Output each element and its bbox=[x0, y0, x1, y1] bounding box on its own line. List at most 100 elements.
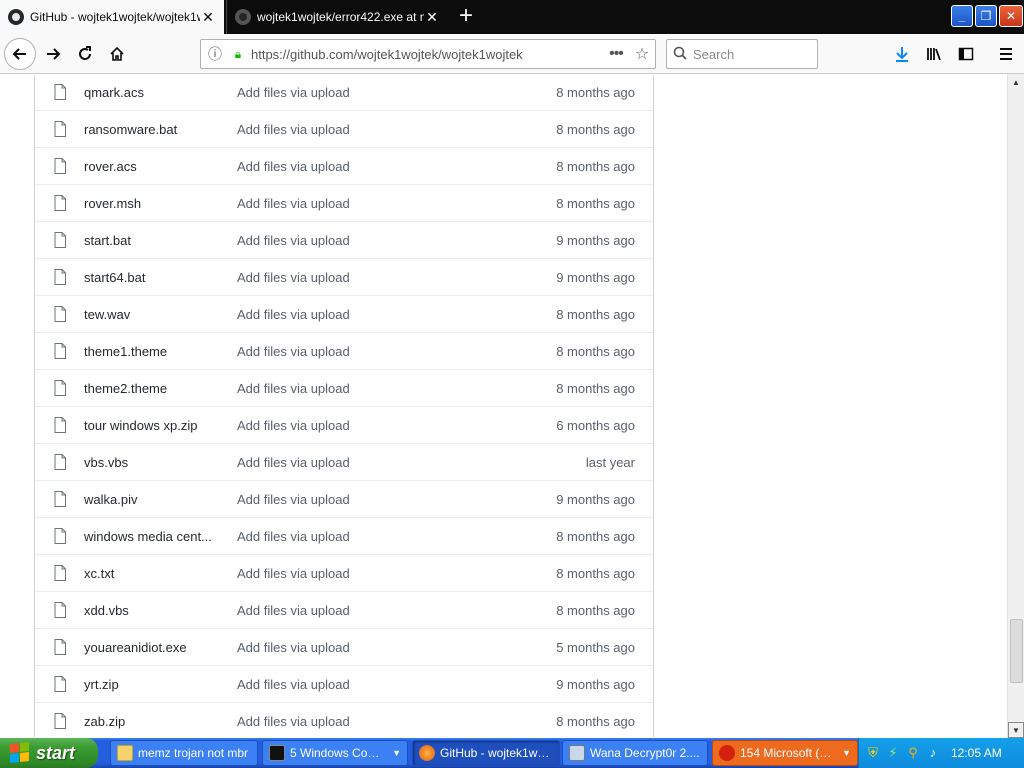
commit-message-link[interactable]: Add files via upload bbox=[237, 603, 493, 618]
commit-message-link[interactable]: Add files via upload bbox=[237, 159, 493, 174]
file-row[interactable]: vbs.vbs Add files via upload last year bbox=[35, 443, 653, 480]
file-icon bbox=[35, 380, 84, 396]
file-name-link[interactable]: xc.txt bbox=[84, 566, 237, 581]
commit-message-link[interactable]: Add files via upload bbox=[237, 270, 493, 285]
commit-message-link[interactable]: Add files via upload bbox=[237, 677, 493, 692]
page-actions-icon[interactable]: ••• bbox=[603, 45, 629, 63]
file-list: qmark.acs Add files via upload 8 months ag… bbox=[34, 75, 654, 737]
file-row[interactable]: rover.acs Add files via upload 8 months ag… bbox=[35, 147, 653, 184]
taskbar-item-firefox[interactable]: GitHub - wojtek1wo... bbox=[412, 740, 560, 766]
file-row[interactable]: xc.txt Add files via upload 8 months ago bbox=[35, 554, 653, 591]
taskbar-item-microsoft-errors[interactable]: 154 Microsoft (R)... ▼ bbox=[712, 740, 858, 766]
new-tab-button[interactable]: + bbox=[452, 3, 480, 31]
file-row[interactable]: qmark.acs Add files via upload 8 months ag… bbox=[35, 75, 653, 110]
forward-button[interactable] bbox=[38, 39, 68, 69]
scroll-up-arrow-icon[interactable]: ▲ bbox=[1008, 74, 1024, 90]
commit-message-link[interactable]: Add files via upload bbox=[237, 714, 493, 729]
file-icon bbox=[35, 232, 84, 248]
start-button[interactable]: start bbox=[0, 738, 98, 768]
taskbar-item-wana-decryptor[interactable]: Wana Decrypt0r 2.... bbox=[562, 740, 708, 766]
file-row[interactable]: tew.wav Add files via upload 8 months ago bbox=[35, 295, 653, 332]
file-name-link[interactable]: ransomware.bat bbox=[84, 122, 237, 137]
commit-message-link[interactable]: Add files via upload bbox=[237, 529, 493, 544]
search-input[interactable] bbox=[693, 46, 803, 62]
commit-message-link[interactable]: Add files via upload bbox=[237, 122, 493, 137]
file-name-link[interactable]: start64.bat bbox=[84, 270, 237, 285]
file-row[interactable]: windows media cent... Add files via uploa… bbox=[35, 517, 653, 554]
file-row[interactable]: theme1.theme Add files via upload 8 months… bbox=[35, 332, 653, 369]
file-name-link[interactable]: qmark.acs bbox=[84, 85, 237, 100]
close-tab-icon[interactable]: ✕ bbox=[424, 9, 440, 26]
network-icon[interactable]: ⚡ bbox=[885, 745, 901, 761]
scrollbar-thumb[interactable] bbox=[1010, 619, 1023, 683]
commit-message-link[interactable]: Add files via upload bbox=[237, 307, 493, 322]
library-button[interactable] bbox=[920, 41, 948, 67]
tab-error422[interactable]: wojtek1wojtek/error422.exe at m ✕ bbox=[226, 0, 448, 34]
file-name-link[interactable]: youareanidiot.exe bbox=[84, 640, 237, 655]
file-row[interactable]: yrt.zip Add files via upload 9 months ago bbox=[35, 665, 653, 702]
commit-message-link[interactable]: Add files via upload bbox=[237, 85, 493, 100]
commit-message-link[interactable]: Add files via upload bbox=[237, 381, 493, 396]
back-button[interactable] bbox=[4, 38, 36, 70]
commit-message-link[interactable]: Add files via upload bbox=[237, 566, 493, 581]
file-row[interactable]: walka.piv Add files via upload 9 months ag… bbox=[35, 480, 653, 517]
file-name-link[interactable]: tew.wav bbox=[84, 307, 237, 322]
file-row[interactable]: theme2.theme Add files via upload 8 months… bbox=[35, 369, 653, 406]
minimize-button[interactable]: _ bbox=[951, 5, 973, 27]
search-bar[interactable] bbox=[666, 39, 818, 69]
file-row[interactable]: ransomware.bat Add files via upload 8 mont… bbox=[35, 110, 653, 147]
url-bar[interactable]: ⓘ 🔒︎ https://github.com/wojtek1wojtek/wo… bbox=[200, 39, 656, 69]
file-name-link[interactable]: xdd.vbs bbox=[84, 603, 237, 618]
file-name-link[interactable]: vbs.vbs bbox=[84, 455, 237, 470]
lock-icon[interactable]: 🔒︎ bbox=[229, 47, 247, 62]
commit-message-link[interactable]: Add files via upload bbox=[237, 418, 493, 433]
file-row[interactable]: xdd.vbs Add files via upload 8 months ago bbox=[35, 591, 653, 628]
restore-button[interactable]: ❐ bbox=[975, 5, 997, 27]
commit-message-link[interactable]: Add files via upload bbox=[237, 492, 493, 507]
taskbar-item-memz-folder[interactable]: memz trojan not mbr bbox=[110, 740, 258, 766]
search-tray-icon[interactable]: ⚲ bbox=[905, 745, 921, 761]
scroll-down-arrow-icon[interactable]: ▼ bbox=[1008, 722, 1024, 738]
file-row[interactable]: start64.bat Add files via upload 9 months … bbox=[35, 258, 653, 295]
url-text[interactable]: https://github.com/wojtek1wojtek/wojtek1… bbox=[247, 47, 603, 62]
file-name-link[interactable]: tour windows xp.zip bbox=[84, 418, 237, 433]
window-controls: _ ❐ ✕ bbox=[951, 0, 1024, 27]
tab-github-repo[interactable]: GitHub - wojtek1wojtek/wojtek1w ✕ bbox=[0, 0, 224, 34]
close-tab-icon[interactable]: ✕ bbox=[200, 9, 216, 26]
file-name-link[interactable]: theme2.theme bbox=[84, 381, 237, 396]
file-row[interactable]: rover.msh Add files via upload 8 months ag… bbox=[35, 184, 653, 221]
file-row[interactable]: tour windows xp.zip Add files via upload 6… bbox=[35, 406, 653, 443]
bookmark-star-icon[interactable]: ☆ bbox=[629, 44, 655, 64]
vertical-scrollbar[interactable]: ▲ ▼ bbox=[1007, 74, 1024, 738]
home-button[interactable] bbox=[102, 39, 132, 69]
security-shield-icon[interactable]: ⛨ bbox=[865, 745, 881, 761]
commit-message-link[interactable]: Add files via upload bbox=[237, 640, 493, 655]
arrow-left-icon bbox=[12, 48, 26, 60]
reload-button[interactable] bbox=[70, 39, 100, 69]
file-row[interactable]: start.bat Add files via upload 9 months ag… bbox=[35, 221, 653, 258]
commit-message-link[interactable]: Add files via upload bbox=[237, 233, 493, 248]
file-name-link[interactable]: yrt.zip bbox=[84, 677, 237, 692]
file-name-link[interactable]: walka.piv bbox=[84, 492, 237, 507]
downloads-button[interactable] bbox=[888, 41, 916, 67]
sidebar-button[interactable] bbox=[952, 41, 980, 67]
file-name-link[interactable]: start.bat bbox=[84, 233, 237, 248]
commit-age: 8 months ago bbox=[556, 306, 635, 322]
commit-message-link[interactable]: Add files via upload bbox=[237, 455, 493, 470]
volume-icon[interactable]: ♪ bbox=[925, 745, 941, 761]
commit-age: 9 months ago bbox=[556, 676, 635, 692]
file-name-link[interactable]: theme1.theme bbox=[84, 344, 237, 359]
file-name-link[interactable]: rover.msh bbox=[84, 196, 237, 211]
reload-icon bbox=[79, 46, 91, 60]
file-name-link[interactable]: windows media cent... bbox=[84, 529, 237, 544]
menu-button[interactable] bbox=[992, 41, 1020, 67]
file-row[interactable]: zab.zip Add files via upload 8 months ago bbox=[35, 702, 653, 737]
taskbar-item-command-prompts[interactable]: 5 Windows Comm... ▼ bbox=[262, 740, 408, 766]
file-name-link[interactable]: rover.acs bbox=[84, 159, 237, 174]
commit-message-link[interactable]: Add files via upload bbox=[237, 196, 493, 211]
commit-message-link[interactable]: Add files via upload bbox=[237, 344, 493, 359]
info-icon[interactable]: ⓘ bbox=[201, 44, 229, 64]
file-name-link[interactable]: zab.zip bbox=[84, 714, 237, 729]
close-window-button[interactable]: ✕ bbox=[999, 5, 1023, 27]
file-row[interactable]: youareanidiot.exe Add files via upload 5 m… bbox=[35, 628, 653, 665]
